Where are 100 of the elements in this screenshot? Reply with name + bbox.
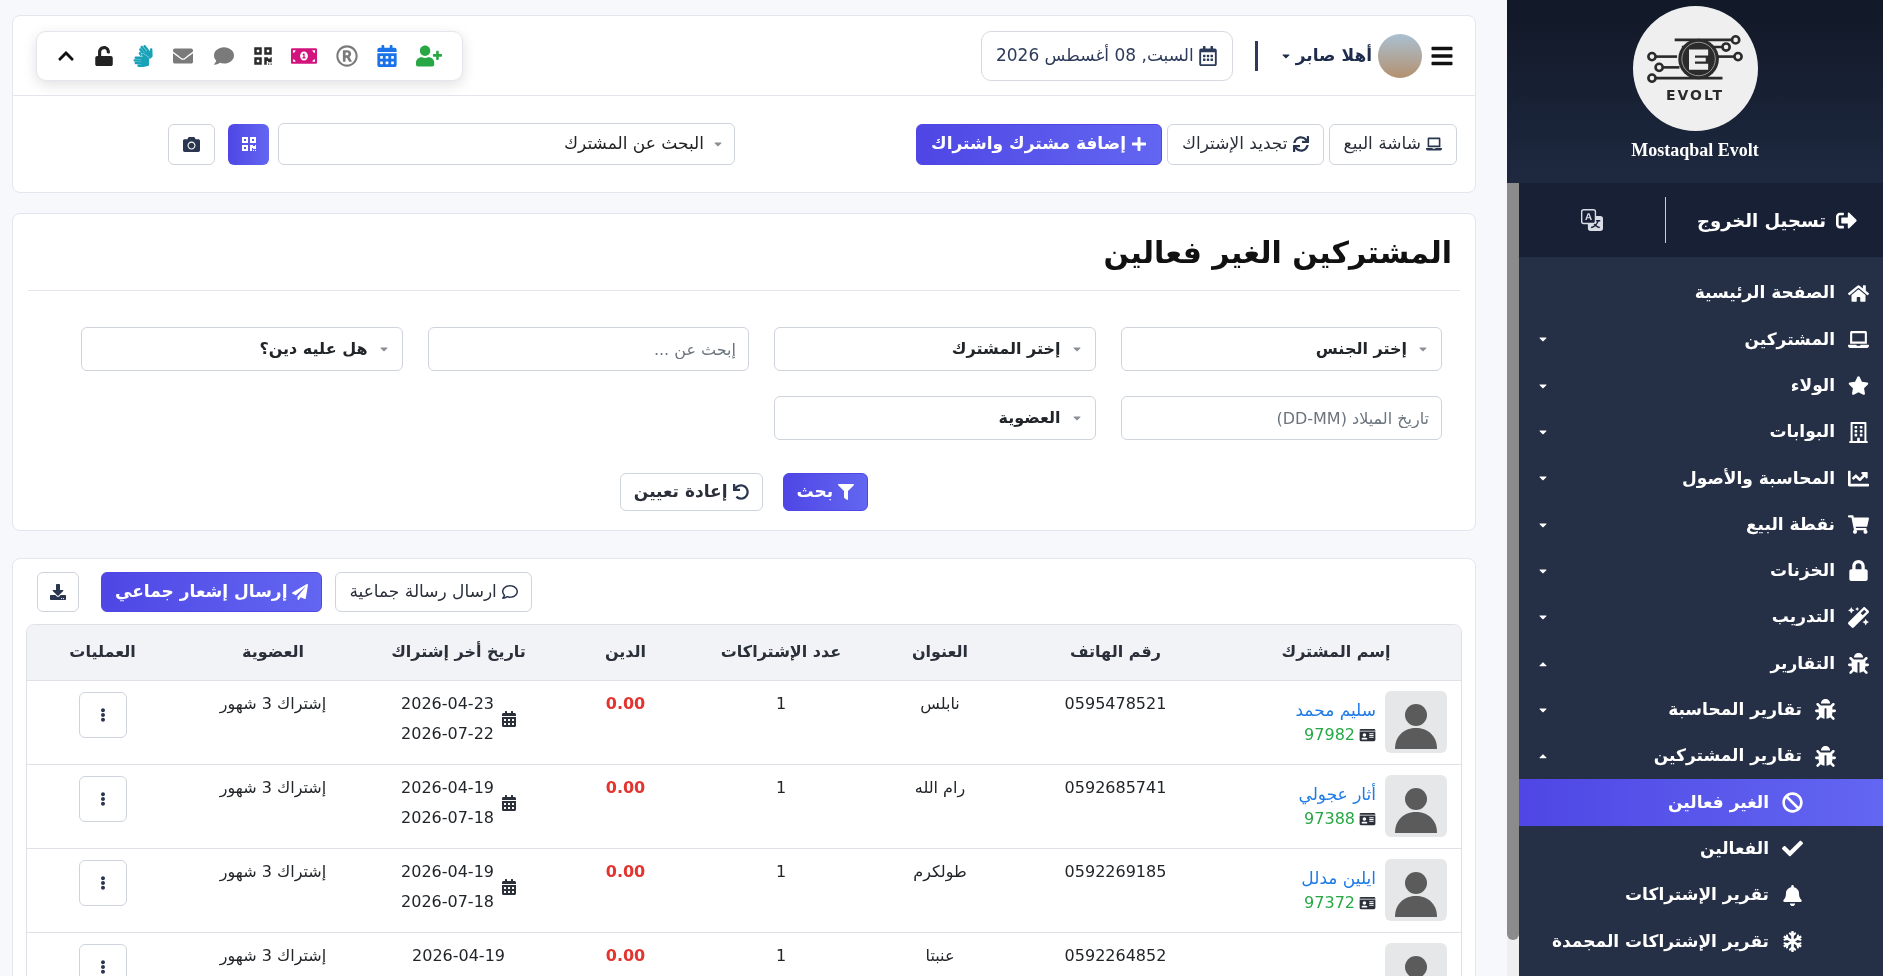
- ban-icon: [1782, 791, 1803, 813]
- user-menu[interactable]: أهلا صابر: [1281, 42, 1372, 69]
- plus-icon: [1131, 136, 1147, 152]
- subscriber-search-select[interactable]: البحث عن المشترك: [278, 123, 735, 165]
- registered-icon[interactable]: [336, 44, 358, 67]
- sidebar-item[interactable]: التقارير: [1519, 640, 1883, 687]
- laptop-icon: [1848, 328, 1869, 350]
- select-field[interactable]: إختر المشترك: [774, 327, 1096, 371]
- sidebar-item[interactable]: تقرير الإشتراكات المجمدة: [1519, 918, 1883, 965]
- table-cell: إشتراك 3 شهور: [178, 932, 368, 976]
- qr-code-icon[interactable]: [254, 45, 272, 66]
- sidebar-item[interactable]: التدريب: [1519, 594, 1883, 641]
- bug-icon: [1815, 699, 1836, 721]
- table-cell: إشتراك 3 شهور: [178, 764, 368, 848]
- date-text: 2026-07-18: [401, 890, 494, 913]
- table-cell: 0595478521: [1020, 680, 1211, 764]
- add-subscriber-button[interactable]: إضافة مشترك واشتراك: [916, 123, 1162, 165]
- column-header: عدد الإشتراكات: [702, 625, 860, 680]
- sidebar-item[interactable]: تقرير الإشتراكات: [1519, 871, 1883, 919]
- send-group-notification-button[interactable]: إرسال إشعار جماعي: [101, 572, 323, 612]
- table-cell: عنبتا: [860, 932, 1020, 976]
- paper-plane-icon: [292, 584, 309, 600]
- more-icon: [99, 959, 106, 974]
- input-field[interactable]: إبحث عن ...: [427, 327, 749, 371]
- page-title: المشتركين الغير فعالين: [1103, 233, 1452, 272]
- more-icon: [99, 707, 106, 722]
- download-button[interactable]: [37, 572, 79, 612]
- sidebar-item[interactable]: البوابات: [1519, 408, 1883, 456]
- bug-icon: [1848, 653, 1869, 674]
- more-icon: [99, 791, 106, 806]
- reset-button[interactable]: إعادة تعيين: [619, 473, 763, 511]
- hands-icon[interactable]: [133, 44, 153, 67]
- member-id: 97372: [1304, 892, 1355, 914]
- user-plus-icon[interactable]: [416, 44, 442, 67]
- calendar-icon: [502, 710, 516, 727]
- brand-name: Mostaqbal Evolt: [1631, 139, 1759, 162]
- sidebar-item[interactable]: الخزنات: [1519, 547, 1883, 595]
- speech-bubble-icon: [501, 584, 518, 600]
- scrollbar-thumb[interactable]: [1507, 183, 1519, 940]
- search-button[interactable]: بحث: [782, 473, 869, 511]
- column-header: الدين: [549, 625, 702, 680]
- input-field[interactable]: تاريخ الميلاد (DD-MM): [1120, 396, 1442, 440]
- date-text: 2026-04-19: [401, 860, 494, 883]
- column-header: رقم الهاتف: [1020, 625, 1211, 680]
- column-header: العمليات: [27, 625, 178, 680]
- send-group-message-button[interactable]: ارسال رسالة جماعية: [335, 572, 532, 612]
- row-actions-button[interactable]: [78, 943, 127, 976]
- table-cell: 0592264852: [1020, 932, 1211, 976]
- star-icon: [1848, 375, 1869, 397]
- select-field[interactable]: هل عليه دين؟: [81, 327, 403, 371]
- speech-bubble-icon[interactable]: [213, 45, 235, 66]
- building-icon: [1848, 421, 1869, 443]
- id-card-icon: [1359, 812, 1376, 826]
- avatar-icon: [1385, 859, 1447, 921]
- unlock-icon[interactable]: [94, 45, 114, 66]
- qr-scan-button[interactable]: [228, 123, 269, 165]
- sidebar-item[interactable]: الغير فعالين: [1519, 779, 1883, 826]
- sidebar-item[interactable]: الفعالين: [1519, 825, 1883, 872]
- subscriber-name-link[interactable]: أثار عجولي: [1298, 781, 1376, 807]
- sidebar-item[interactable]: تقارير المشتركين: [1519, 732, 1883, 780]
- sidebar-item[interactable]: الصفحة الرئيسية: [1519, 270, 1883, 317]
- calendar-icon: [502, 878, 516, 895]
- sidebar-item[interactable]: تقارير المحاسبة: [1519, 686, 1883, 733]
- table-cell: 1: [702, 932, 860, 976]
- avatar-icon: [1385, 691, 1447, 753]
- table-cell: 1: [702, 848, 860, 932]
- table-cell: 0.00: [549, 680, 702, 764]
- date-text: 2026-04-23: [401, 692, 494, 715]
- id-card-icon: [1359, 896, 1376, 910]
- member-id: 97982: [1304, 724, 1355, 746]
- magic-wand-icon: [1848, 606, 1869, 628]
- sync-icon: [1292, 136, 1309, 152]
- sidebar-item[interactable]: الولاء: [1519, 362, 1883, 409]
- table-cell: 0.00: [549, 848, 702, 932]
- renew-subscription-button[interactable]: تجديد الإشتراك: [1167, 123, 1324, 165]
- laptop-icon: [1426, 136, 1442, 152]
- sales-screen-button[interactable]: شاشة البيع: [1328, 123, 1457, 165]
- subscriber-name-link[interactable]: ايلين مدلل: [1301, 865, 1376, 891]
- undo-icon: [732, 484, 749, 500]
- select-field[interactable]: إختر الجنس: [1120, 327, 1442, 371]
- calendar-icon: [502, 794, 516, 811]
- table-cell: إشتراك 3 شهور: [178, 680, 368, 764]
- bug-icon: [1815, 745, 1836, 767]
- download-icon: [50, 584, 66, 600]
- select-field[interactable]: العضوية: [774, 396, 1096, 440]
- subscriber-name-link[interactable]: سليم محمد: [1295, 697, 1376, 723]
- table-cell: إشتراك 3 شهور: [178, 848, 368, 932]
- camera-button[interactable]: [168, 123, 215, 165]
- translate-icon[interactable]: [1581, 209, 1603, 231]
- sidebar-item[interactable]: المشتركين: [1519, 316, 1883, 363]
- sidebar-item[interactable]: نقطة البيع: [1519, 501, 1883, 548]
- logout-button[interactable]: تسجيل الخروج: [1697, 206, 1857, 234]
- sidebar-item[interactable]: المحاسبة والأصول: [1519, 455, 1883, 502]
- date-text: 2026-07-22: [401, 722, 494, 745]
- avatar-photo: [1378, 33, 1422, 78]
- column-header: العنوان: [860, 625, 1020, 680]
- calendar-icon[interactable]: [377, 44, 397, 67]
- table-cell: رام الله: [860, 764, 1020, 848]
- date-text: 2026-04-19: [401, 776, 494, 799]
- table-cell: نابلس: [860, 680, 1020, 764]
